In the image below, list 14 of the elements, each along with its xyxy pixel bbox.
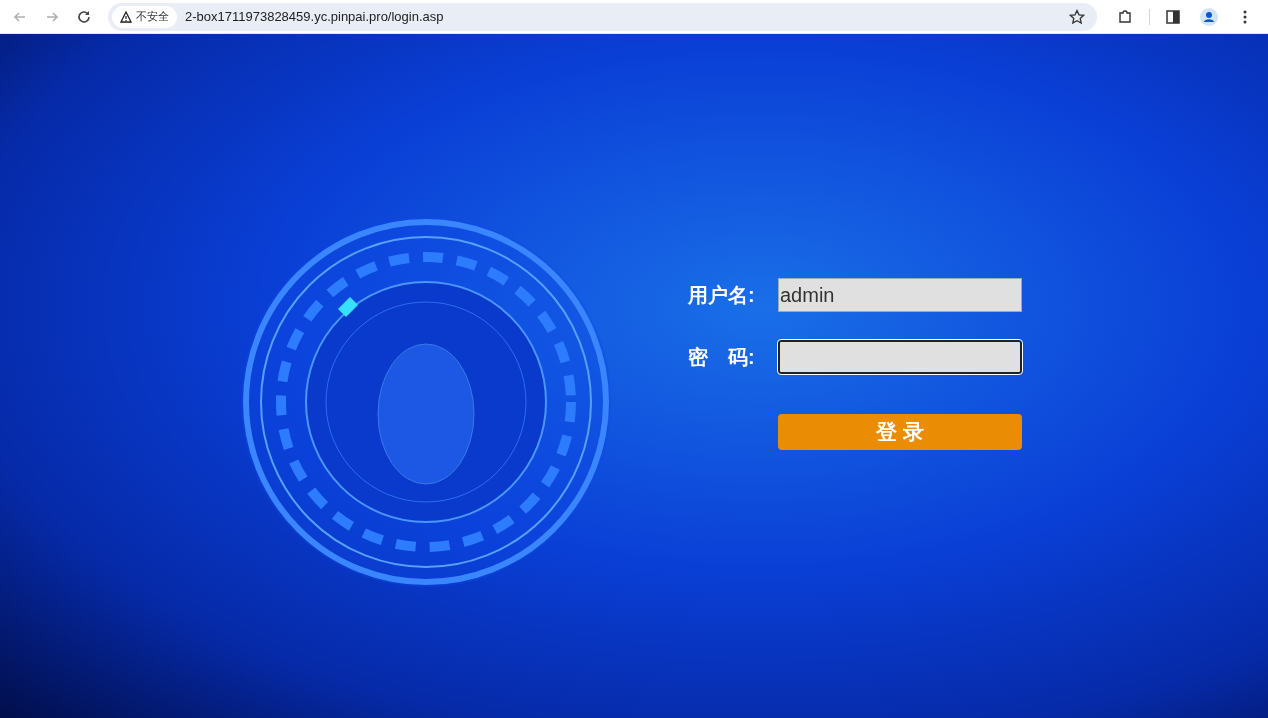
username-field[interactable]: admin [778,278,1022,312]
side-panel-icon[interactable] [1166,9,1180,24]
address-bar[interactable]: 不安全 2-box1711973828459.yc.pinpai.pro/login.asp [108,2,1097,31]
extensions-icon[interactable] [1117,8,1133,25]
bookmark-star-icon[interactable] [1069,8,1085,25]
field-label: 密 码: [688,345,756,370]
security-label: 不安全 [136,9,169,25]
profile-icon[interactable] [1200,7,1218,26]
password-field[interactable] [778,340,1022,374]
warning-icon [120,10,132,23]
field-label: 用户名: [688,283,756,308]
reload-icon[interactable] [76,8,92,25]
url-text: 2-box1711973828459.yc.pinpai.pro/login.asp [185,7,445,26]
security-chip[interactable]: 不安全 [112,5,177,28]
